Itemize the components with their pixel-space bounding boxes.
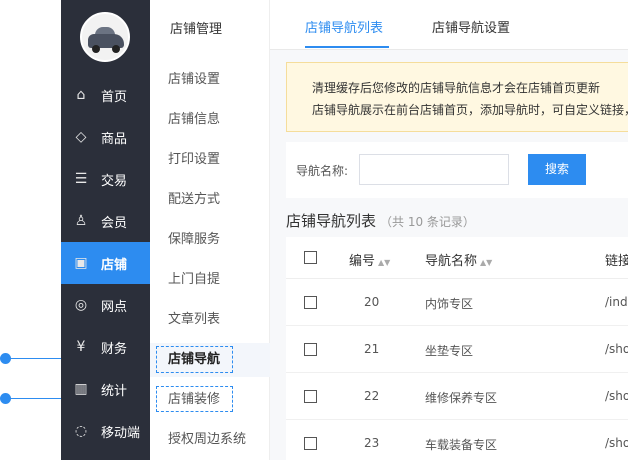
tab-bar: 店铺导航列表 店铺导航设置 [270, 0, 628, 50]
sidebar-item-label: 店铺 [101, 257, 128, 273]
cell-link[interactable]: /sho [605, 342, 628, 356]
sidebar-item-label: 网点 [101, 299, 128, 315]
sidebar-item-4[interactable]: ▣ 店铺 [61, 242, 150, 284]
select-all-checkbox[interactable] [304, 251, 317, 264]
home-icon: ⌂ [76, 87, 86, 103]
chat-icon: ◌ [74, 423, 88, 439]
sidebar-item-label: 交易 [101, 173, 128, 189]
row-checkbox[interactable] [304, 390, 317, 403]
location-icon: ◎ [74, 297, 88, 313]
sidebar-item-1[interactable]: ◇ 商品 [61, 116, 150, 158]
search-input[interactable] [359, 154, 509, 185]
highlight-box-nav [156, 346, 233, 373]
table-header: 编号 ▲▼ 导航名称 ▲▼ 链接 [286, 237, 628, 279]
sidebar-item-label: 财务 [101, 341, 128, 357]
submenu-item-3[interactable]: 配送方式 [150, 183, 270, 217]
sidebar-item-label: 首页 [101, 89, 128, 105]
store-icon: ▣ [74, 255, 88, 271]
table-row: 23 车载装备专区/sho [286, 420, 628, 460]
tag-icon: ◇ [75, 129, 87, 145]
cell-name: 车载装备专区 [425, 438, 498, 452]
yuan-icon: ¥ [76, 339, 86, 355]
cell-name: 维修保养专区 [425, 391, 498, 405]
cell-link[interactable]: /sho [605, 389, 628, 403]
main-content: 店铺导航列表 店铺导航设置 清理缓存后您修改的店铺导航信息才会在店铺首页更新 店… [270, 0, 628, 460]
avatar[interactable] [80, 12, 130, 62]
submenu-item-1[interactable]: 店铺信息 [150, 103, 270, 137]
secondary-menu: 店铺管理 店铺设置 店铺信息 打印设置 配送方式 保障服务 上门自提 文章列表 店铺导航 店铺装… [150, 0, 270, 460]
submenu-item-0[interactable]: 店铺设置 [150, 63, 270, 97]
list-title-text: 店铺导航列表 [286, 212, 377, 230]
search-bar: 导航名称: 搜索 [286, 142, 628, 198]
main-sidebar: ⌂ 首页 ◇ 商品 ☰ 交易 ♙ 会员 ▣ 店铺 ◎ 网点 ¥ 财务 ▥ 统计 ◌ 移动端 [61, 0, 150, 460]
column-header-link: 链接 [605, 254, 628, 269]
row-checkbox[interactable] [304, 296, 317, 309]
tab-nav-settings[interactable]: 店铺导航设置 [432, 17, 510, 36]
sort-icon: ▲▼ [480, 258, 493, 267]
submenu-item-9[interactable]: 授权周边系统 [150, 423, 270, 457]
app-root: ⌂ 首页 ◇ 商品 ☰ 交易 ♙ 会员 ▣ 店铺 ◎ 网点 ¥ 财务 ▥ 统计 ◌ 移动端 店铺管理 店铺设置 店铺… [0, 0, 628, 460]
cell-id: 23 [364, 436, 380, 450]
submenu-item-6[interactable]: 文章列表 [150, 303, 270, 337]
sidebar-item-label: 移动端 [101, 425, 141, 441]
sidebar-item-6[interactable]: ¥ 财务 [61, 326, 150, 368]
sidebar-item-7[interactable]: ▥ 统计 [61, 368, 150, 410]
sidebar-item-8[interactable]: ◌ 移动端 [61, 410, 150, 452]
cell-link[interactable]: /sho [605, 436, 628, 450]
sidebar-item-label: 会员 [101, 215, 128, 231]
record-count: （共 10 条记录） [380, 215, 475, 229]
sidebar-item-label: 商品 [101, 131, 128, 147]
table-row: 21 坐垫专区/sho [286, 326, 628, 373]
cell-id: 22 [364, 389, 380, 403]
row-checkbox[interactable] [304, 437, 317, 450]
sidebar-item-2[interactable]: ☰ 交易 [61, 158, 150, 200]
submenu-item-2[interactable]: 打印设置 [150, 143, 270, 177]
list-icon: ☰ [74, 171, 88, 187]
sidebar-item-3[interactable]: ♙ 会员 [61, 200, 150, 242]
notice-line-2: 店铺导航展示在前台店铺首页，添加导航时，可自定义链接， [312, 103, 628, 117]
table-row: 22 维修保养专区/sho [286, 373, 628, 420]
search-label: 导航名称: [296, 164, 349, 178]
tab-underline [305, 46, 389, 48]
sidebar-item-0[interactable]: ⌂ 首页 [61, 74, 150, 116]
nav-table: 编号 ▲▼ 导航名称 ▲▼ 链接 20 内饰专区/ind 21 坐垫专区/sho 22 维修保… [286, 237, 628, 460]
bar-chart-icon: ▥ [74, 381, 88, 397]
row-checkbox[interactable] [304, 343, 317, 356]
cell-id: 21 [364, 342, 380, 356]
sidebar-item-5[interactable]: ◎ 网点 [61, 284, 150, 326]
highlight-box-decoration [156, 386, 233, 412]
cell-id: 20 [364, 295, 380, 309]
user-icon: ♙ [74, 213, 88, 229]
list-title: 店铺导航列表 （共 10 条记录） [286, 210, 475, 231]
submenu-title: 店铺管理 [170, 22, 223, 37]
column-header-name[interactable]: 导航名称 ▲▼ [425, 250, 492, 269]
submenu-item-4[interactable]: 保障服务 [150, 223, 270, 257]
column-header-id[interactable]: 编号 ▲▼ [349, 250, 390, 269]
cell-name: 内饰专区 [425, 297, 474, 311]
table-row: 20 内饰专区/ind [286, 279, 628, 326]
search-button[interactable]: 搜索 [528, 154, 586, 185]
cell-link[interactable]: /ind [605, 295, 628, 309]
notice-line-1: 清理缓存后您修改的店铺导航信息才会在店铺首页更新 [312, 81, 601, 95]
cell-name: 坐垫专区 [425, 344, 474, 358]
sidebar-item-label: 统计 [101, 383, 128, 399]
tab-nav-list[interactable]: 店铺导航列表 [305, 17, 383, 36]
submenu-item-5[interactable]: 上门自提 [150, 263, 270, 297]
notice-box: 清理缓存后您修改的店铺导航信息才会在店铺首页更新 店铺导航展示在前台店铺首页，添… [286, 62, 628, 132]
sort-icon: ▲▼ [378, 258, 391, 267]
